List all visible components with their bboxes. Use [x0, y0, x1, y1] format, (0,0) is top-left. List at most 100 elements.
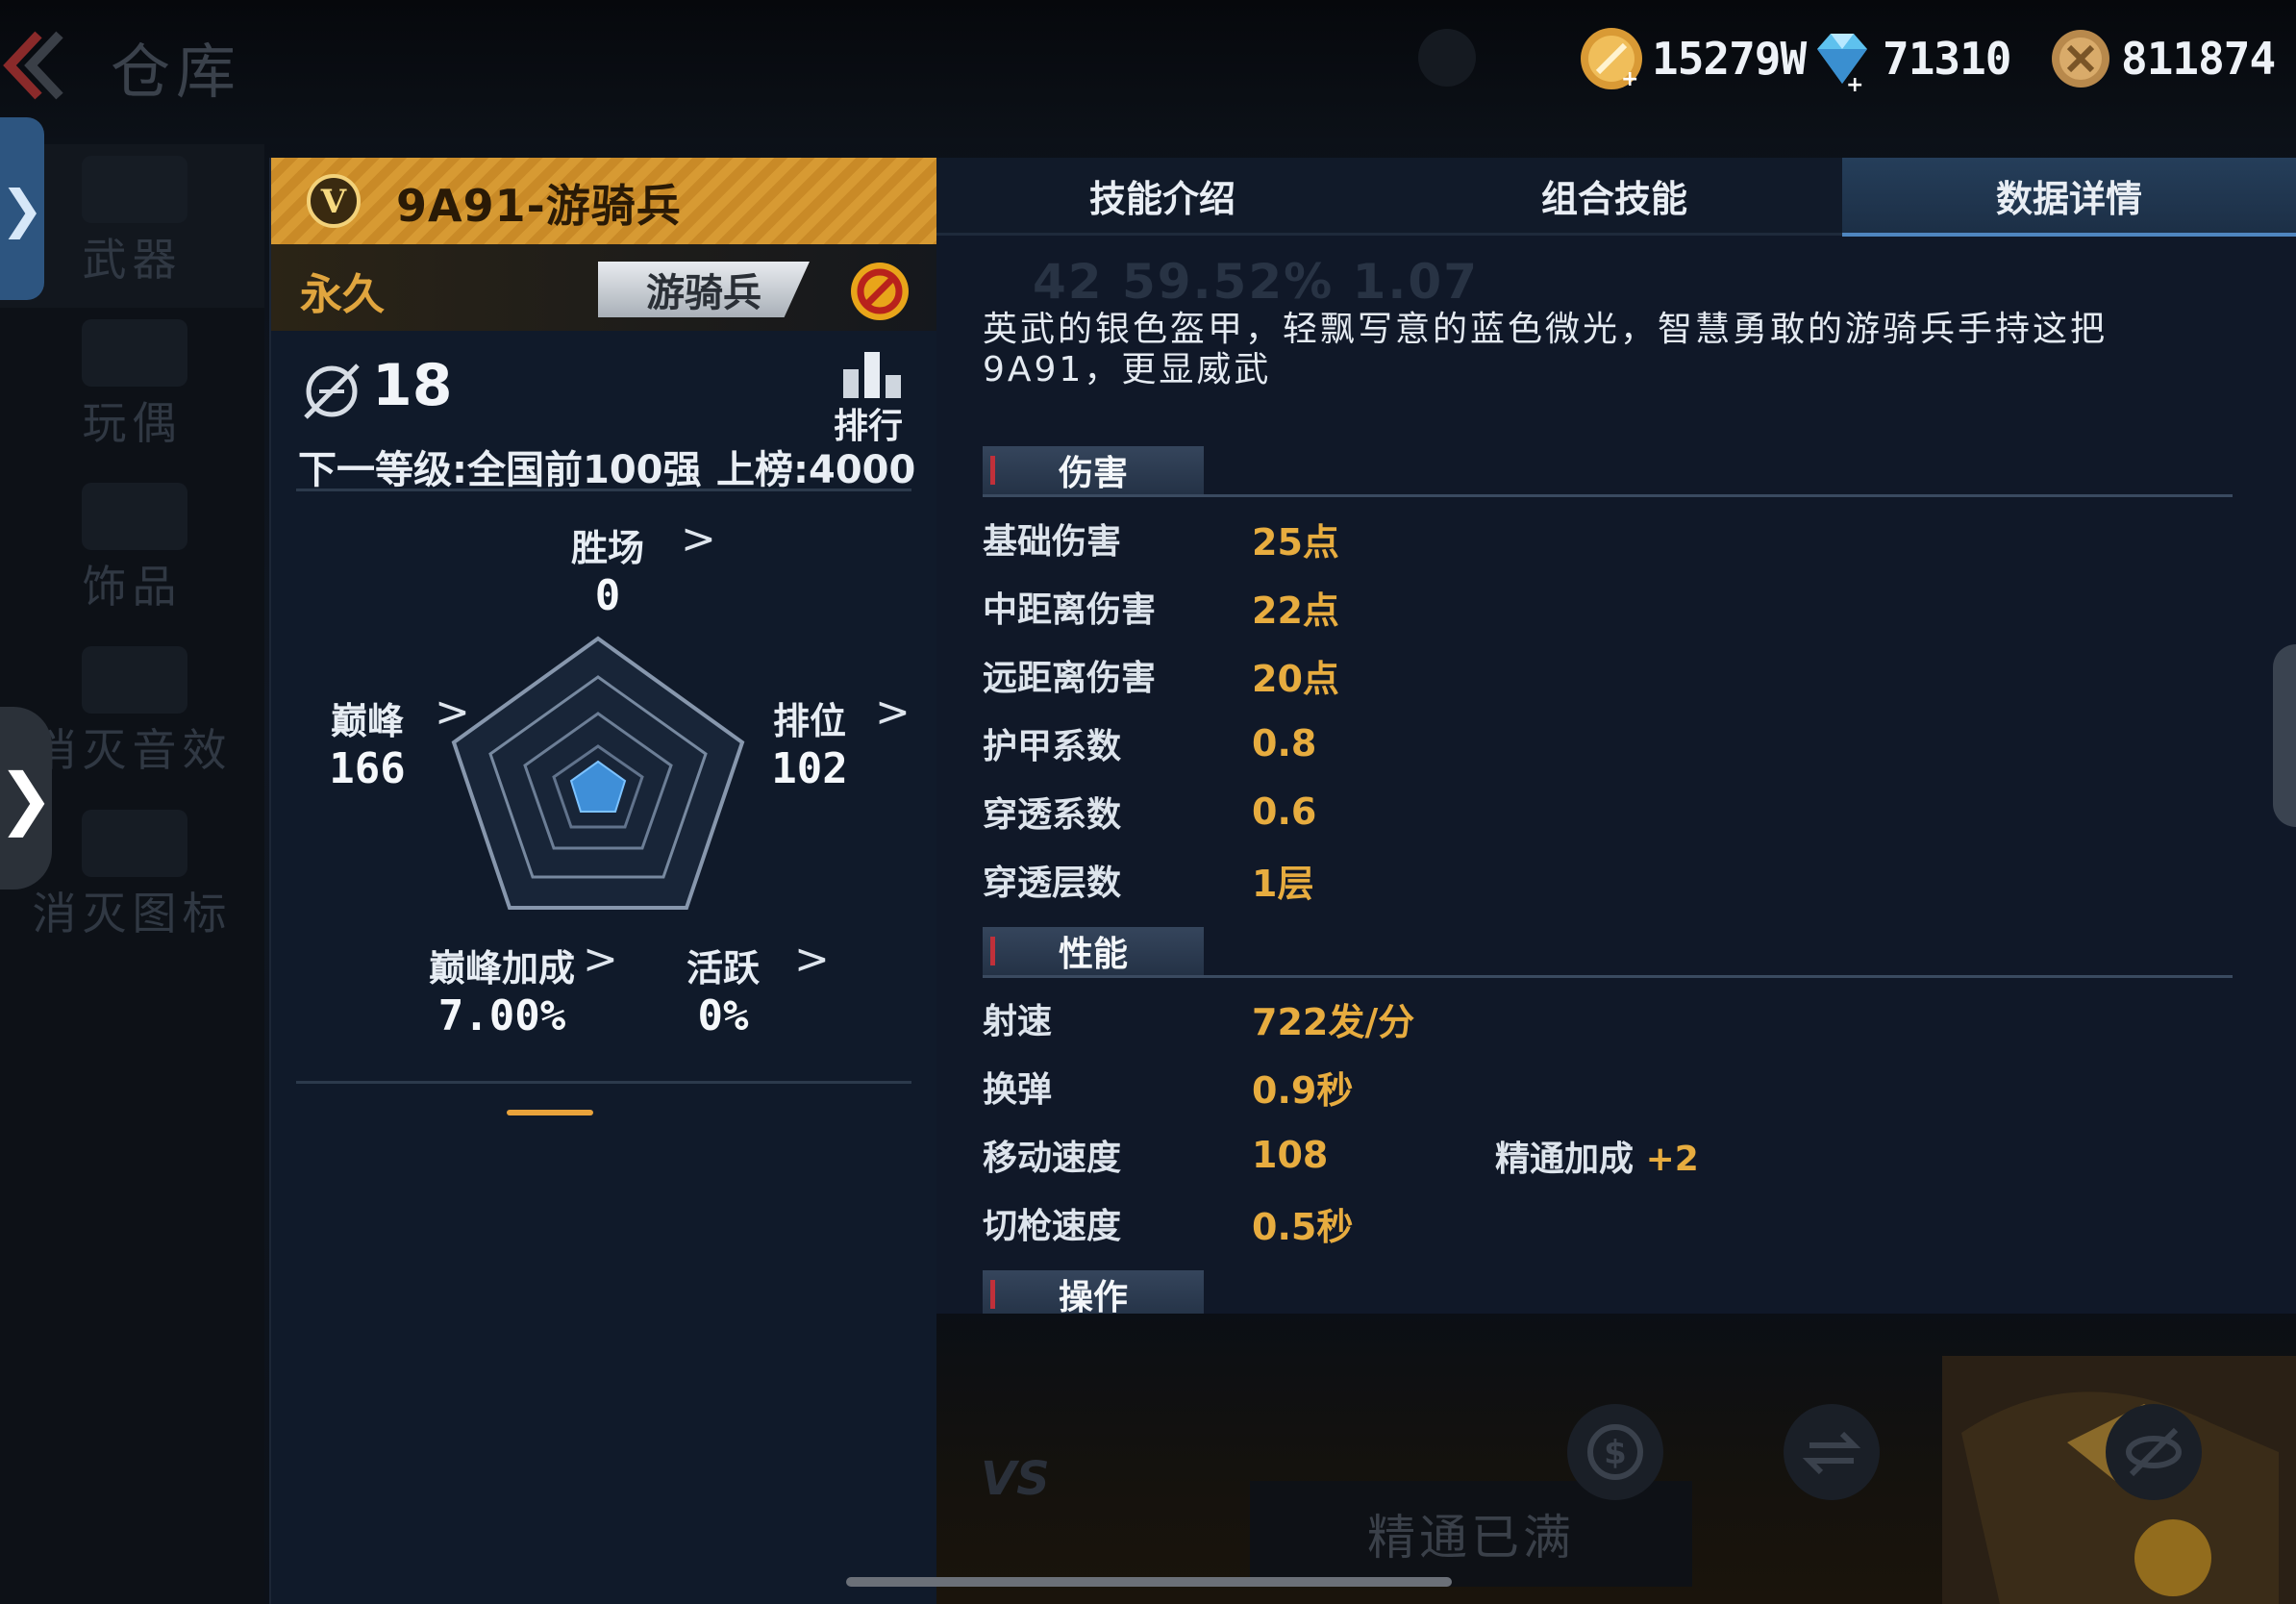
stat-value: 0.8 — [1252, 722, 1317, 764]
nav-item-label: 饰品 — [82, 561, 183, 613]
dollar-cycle-icon: $ — [1587, 1424, 1643, 1480]
stat-value: 0 — [594, 571, 621, 620]
nav-item-accessory[interactable]: 饰品 — [0, 471, 264, 635]
stat-row: 远距离伤害 20点 — [983, 646, 1339, 704]
medal-currency[interactable]: 811874 — [2046, 21, 2276, 96]
swap-button[interactable] — [1784, 1404, 1880, 1500]
stat-key: 切枪速度 — [983, 1207, 1122, 1246]
section-divider — [983, 975, 2233, 978]
prohibited-icon[interactable] — [846, 258, 913, 325]
stat-value: 0% — [697, 991, 749, 1040]
stat-row: 护甲系数 0.8 — [983, 714, 1316, 772]
tab-combo-skill[interactable]: 组合技能 — [1388, 158, 1840, 233]
accessory-icon — [82, 483, 187, 550]
leaderboard-button[interactable]: 排行 — [834, 350, 911, 446]
page-indicator — [507, 1110, 593, 1115]
stat-value: 166 — [329, 744, 406, 793]
rifle-icon — [82, 156, 187, 223]
svg-text:$: $ — [1604, 1434, 1627, 1472]
chevron-right-icon: > — [681, 514, 716, 564]
gold-value: 15279W — [1652, 33, 1807, 85]
stat-row: 基础伤害 25点 — [983, 510, 1339, 567]
section-damage: 伤害 — [983, 446, 2233, 497]
stat-label: 活跃 — [686, 947, 760, 990]
stat-value: 20点 — [1252, 657, 1339, 700]
home-indicator — [846, 1577, 1452, 1587]
background-stats: 42 59.52% 1.07 — [1033, 254, 1480, 310]
section-title: 伤害 — [983, 446, 1204, 494]
stat-value: 1层 — [1252, 862, 1314, 905]
stat-value: 722发/分 — [1252, 1000, 1415, 1043]
nav-item-label: 消灭图标 — [32, 888, 233, 940]
stat-peak[interactable]: 巅峰 166 > — [310, 688, 470, 793]
duration-label: 永久 — [300, 270, 385, 319]
stat-value: 0.9秒 — [1252, 1068, 1354, 1112]
weapon-name: 9A91-游骑兵 — [396, 180, 682, 232]
stat-row: 移动速度 108 — [983, 1126, 1328, 1184]
tab-label: 组合技能 — [1540, 177, 1687, 220]
tab-data-details[interactable]: 数据详情 — [1842, 158, 2296, 237]
stat-row: 换弹 0.9秒 — [983, 1058, 1353, 1115]
compare-vs-icon[interactable]: VS — [981, 1452, 1050, 1506]
rank-number: 18 — [372, 352, 453, 419]
stat-label: 排位 — [772, 700, 846, 742]
tab-label: 数据详情 — [1995, 177, 2142, 220]
eye-off-icon — [2126, 1427, 2182, 1477]
record-dot — [1418, 29, 1476, 87]
stat-label: 巅峰加成 — [428, 947, 575, 990]
mastery-bonus-label: 精通加成 — [1495, 1140, 1635, 1179]
stat-label: 巅峰 — [330, 700, 404, 742]
medal-value: 811874 — [2121, 33, 2276, 85]
stat-key: 射速 — [983, 1002, 1053, 1041]
stat-label: 胜场 — [570, 527, 644, 569]
divider — [296, 489, 911, 491]
back-icon[interactable] — [0, 27, 67, 104]
stat-value: 0.5秒 — [1252, 1205, 1354, 1248]
diamond-value: 71310 — [1883, 33, 2011, 85]
stat-key: 护甲系数 — [983, 727, 1122, 766]
svg-text:+: + — [1621, 67, 1638, 91]
stat-wins[interactable]: 胜场 0 > — [540, 514, 716, 620]
divider — [296, 1081, 911, 1084]
stat-key: 基础伤害 — [983, 522, 1122, 562]
swap-arrows-icon — [1802, 1431, 1861, 1475]
stat-row: 中距离伤害 22点 — [983, 578, 1339, 636]
section-operation: 操作 — [983, 1270, 2233, 1318]
side-expand-tab[interactable]: ❯ — [0, 117, 44, 300]
skin-switch-button[interactable]: $ — [1567, 1404, 1663, 1500]
stat-active[interactable]: 活跃 0% > — [665, 935, 830, 1040]
stat-key: 穿透系数 — [983, 795, 1122, 835]
chevron-right-icon: > — [875, 688, 911, 737]
vip-v-icon: V — [307, 174, 361, 228]
stat-key: 远距离伤害 — [983, 659, 1157, 698]
nav-item-label: 消灭音效 — [32, 724, 233, 776]
on-board-text: 上榜:4000 — [716, 448, 916, 492]
stat-row: 穿透系数 0.6 — [983, 783, 1316, 840]
section-performance: 性能 — [983, 927, 2233, 978]
gold-currency[interactable]: + 15279W — [1577, 21, 1807, 96]
weapon-model-image — [1942, 1356, 2296, 1604]
section-title: 性能 — [983, 927, 1204, 975]
stat-value: 108 — [1252, 1134, 1329, 1176]
next-level-text: 下一等级:全国前100强 — [298, 448, 702, 492]
doll-icon — [82, 319, 187, 387]
medal-coin-icon — [2052, 30, 2109, 88]
mastery-bonus: 精通加成 +2 — [1495, 1131, 1699, 1181]
side-drawer-handle[interactable]: ❯ — [0, 707, 54, 890]
info-tabs: 技能介绍 组合技能 数据详情 — [936, 158, 2296, 237]
chevron-right-icon: > — [583, 935, 618, 984]
tab-skill-intro[interactable]: 技能介绍 — [936, 158, 1388, 233]
stat-key: 中距离伤害 — [983, 590, 1157, 630]
nav-item-doll[interactable]: 玩偶 — [0, 308, 264, 471]
stat-ranked[interactable]: 排位 102 > — [752, 688, 911, 793]
section-title: 操作 — [983, 1270, 1204, 1318]
diamond-currency[interactable]: + 71310 — [1808, 21, 2011, 96]
stat-value: 22点 — [1252, 589, 1339, 632]
hide-view-button[interactable] — [2106, 1404, 2202, 1500]
sound-icon — [82, 646, 187, 714]
right-drawer-handle[interactable] — [2273, 644, 2296, 827]
stat-value: 25点 — [1252, 520, 1339, 564]
stat-key: 穿透层数 — [983, 864, 1122, 903]
stat-peak-bonus[interactable]: 巅峰加成 7.00% > — [406, 935, 618, 1040]
weapon-description: 英武的银色盔甲，轻飘写意的蓝色微光，智慧勇敢的游骑兵手持这把9A91，更显威武 — [983, 310, 2109, 389]
